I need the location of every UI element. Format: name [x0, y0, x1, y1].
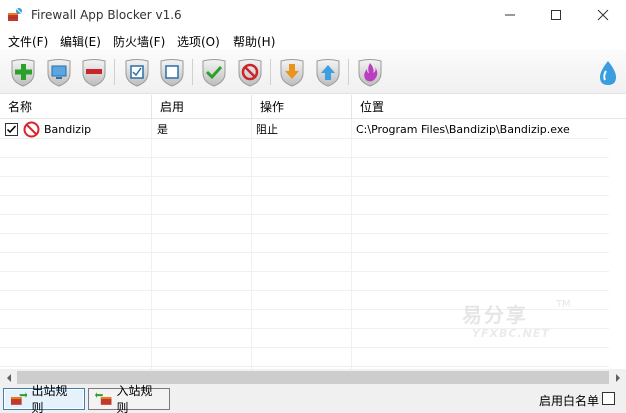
outbound-rules-label: 出站规则 [31, 384, 68, 413]
grid-line [0, 366, 609, 367]
rules-list[interactable]: 名称 启用 操作 位置 Bandizip 是 阻止 C:\Program Fil… [0, 95, 626, 385]
allow-button[interactable] [199, 57, 229, 87]
uncheck-all-button[interactable] [157, 57, 187, 87]
scroll-left-button[interactable] [0, 369, 17, 386]
water-drop-icon [600, 61, 616, 85]
grid-line [0, 157, 609, 158]
firewall-button[interactable] [355, 57, 385, 87]
status-bar: 出站规则 入站规则 启用白名单 [0, 384, 626, 413]
column-header-enabled[interactable]: 启用 [152, 95, 252, 119]
uncheck-all-icon [165, 65, 179, 79]
move-down-button[interactable] [277, 57, 307, 87]
toolbar-separator [114, 59, 115, 85]
close-button[interactable] [580, 0, 626, 30]
whitelist-label: 启用白名单 [539, 394, 600, 408]
column-header-name[interactable]: 名称 [0, 95, 152, 119]
grid-line [0, 195, 609, 196]
row-checkbox[interactable] [5, 123, 18, 136]
inbound-rules-tab[interactable]: 入站规则 [88, 384, 170, 413]
add-button[interactable] [8, 57, 38, 87]
list-header: 名称 启用 操作 位置 [0, 95, 626, 119]
toolbar-separator [348, 59, 349, 85]
column-header-path[interactable]: 位置 [352, 95, 626, 119]
maximize-button[interactable] [533, 0, 579, 30]
inbound-icon [95, 392, 112, 405]
move-up-button[interactable] [313, 57, 343, 87]
table-row[interactable]: Bandizip 是 阻止 C:\Program Files\Bandizip\… [0, 120, 609, 139]
inbound-rules-label: 入站规则 [116, 384, 153, 413]
monitor-button[interactable] [44, 57, 74, 87]
menu-help[interactable]: 帮助(H) [233, 33, 275, 50]
remove-button[interactable] [79, 57, 109, 87]
chevron-right-icon [615, 373, 620, 382]
horizontal-scrollbar[interactable] [0, 369, 626, 386]
outbound-rules-tab[interactable]: 出站规则 [3, 384, 85, 413]
check-all-button[interactable] [122, 57, 152, 87]
block-button[interactable] [235, 57, 265, 87]
menu-edit[interactable]: 编辑(E) [60, 33, 101, 50]
minimize-icon [505, 14, 515, 16]
watermark-tm: TM [556, 299, 571, 310]
chevron-left-icon [6, 373, 11, 382]
remove-icon [86, 69, 102, 74]
close-icon [597, 9, 609, 21]
watermark: 易分享 TM YFXBC.NET [462, 299, 572, 349]
scroll-right-button[interactable] [609, 369, 626, 386]
grid-line [0, 290, 609, 291]
toolbar [0, 50, 626, 94]
menu-firewall[interactable]: 防火墙(F) [113, 33, 165, 50]
title-bar: Firewall App Blocker v1.6 [0, 0, 626, 30]
grid-line [0, 233, 609, 234]
menu-options[interactable]: 选项(O) [177, 33, 220, 50]
window-title: Firewall App Blocker v1.6 [31, 8, 182, 22]
menu-bar: 文件(F) 编辑(E) 防火墙(F) 选项(O) 帮助(H) [0, 30, 626, 50]
cell-action: 阻止 [256, 123, 278, 136]
cell-path: C:\Program Files\Bandizip\Bandizip.exe [356, 123, 570, 136]
grid-line [0, 176, 609, 177]
outbound-icon [10, 392, 28, 405]
toolbar-separator [270, 59, 271, 85]
cell-enabled: 是 [157, 123, 168, 136]
whitelist-checkbox[interactable] [602, 392, 615, 405]
cell-name: Bandizip [44, 123, 92, 136]
minimize-button[interactable] [487, 0, 533, 30]
grid-line [0, 252, 609, 253]
scroll-thumb[interactable] [17, 371, 609, 384]
maximize-icon [551, 10, 561, 20]
grid-line [0, 271, 609, 272]
grid-line [0, 214, 609, 215]
check-all-icon [130, 65, 144, 79]
watermark-sub: YFXBC.NET [472, 327, 550, 340]
column-header-action[interactable]: 操作 [252, 95, 352, 119]
app-icon [8, 8, 22, 21]
watermark-text: 易分享 [462, 303, 528, 327]
menu-file[interactable]: 文件(F) [8, 33, 48, 50]
toolbar-separator [192, 59, 193, 85]
block-status-icon [23, 121, 40, 138]
